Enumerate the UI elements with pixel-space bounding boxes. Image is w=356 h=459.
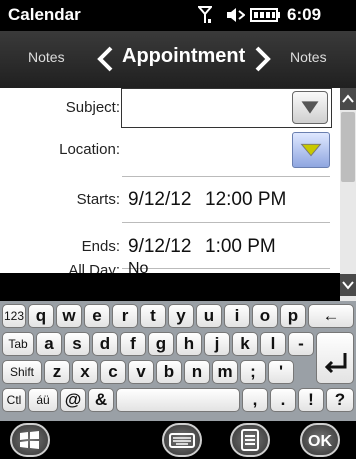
allday-value[interactable]: No (128, 260, 148, 273)
key-intl[interactable]: áü (28, 388, 58, 412)
keyboard-toggle-button[interactable] (162, 423, 202, 457)
battery-icon (250, 8, 280, 22)
key-ctl[interactable]: Ctl (2, 388, 26, 412)
key-g[interactable]: g (148, 332, 174, 356)
key-u[interactable]: u (196, 304, 222, 328)
starts-label: Starts: (76, 191, 120, 208)
key-n[interactable]: n (184, 360, 210, 384)
nav-left-link[interactable]: Notes (28, 49, 65, 65)
key-question[interactable]: ? (326, 388, 354, 412)
subject-label: Subject: (65, 99, 120, 116)
chevron-down-icon (301, 101, 319, 114)
scroll-down-button[interactable] (340, 274, 356, 296)
clock: 6:09 (287, 5, 322, 24)
chevron-down-icon (300, 143, 322, 157)
key-backspace[interactable]: ← (308, 304, 354, 328)
nav-right-link[interactable]: Notes (290, 49, 327, 65)
key-f[interactable]: f (120, 332, 146, 356)
key-a[interactable]: a (36, 332, 62, 356)
key-s[interactable]: s (64, 332, 90, 356)
scroll-up-button[interactable] (340, 88, 356, 110)
key-ampersand[interactable]: & (88, 388, 114, 412)
key-123[interactable]: 123 (2, 304, 26, 328)
signal-icon (198, 6, 212, 23)
separator (122, 222, 330, 223)
starts-date[interactable]: 9/12/12 (128, 189, 191, 211)
key-w[interactable]: w (56, 304, 82, 328)
app-title: Calendar (8, 5, 81, 24)
key-comma[interactable]: , (242, 388, 268, 412)
key-h[interactable]: h (176, 332, 202, 356)
key-p[interactable]: p (280, 304, 306, 328)
allday-label: All Day: (68, 262, 120, 273)
keyboard-icon (169, 433, 195, 448)
key-at[interactable]: @ (60, 388, 86, 412)
enter-icon (324, 353, 347, 374)
key-z[interactable]: z (44, 360, 70, 384)
key-x[interactable]: x (72, 360, 98, 384)
status-bar: Calendar 6:09 (0, 0, 356, 31)
key-v[interactable]: v (128, 360, 154, 384)
key-space[interactable] (116, 388, 240, 412)
volume-icon[interactable] (225, 7, 245, 23)
key-t[interactable]: t (140, 304, 166, 328)
key-i[interactable]: i (224, 304, 250, 328)
key-period[interactable]: . (270, 388, 296, 412)
key-m[interactable]: m (212, 360, 238, 384)
key-y[interactable]: y (168, 304, 194, 328)
location-dropdown-button[interactable] (292, 132, 330, 168)
ok-label: OK (308, 433, 332, 450)
nav-title: Appointment (122, 45, 246, 67)
chevron-right-icon[interactable] (254, 45, 272, 73)
ends-time[interactable]: 1:00 PM (205, 236, 276, 258)
key-k[interactable]: k (232, 332, 258, 356)
onscreen-keyboard: 123 q w e r t y u i o p ← Tab a s d f g … (0, 301, 356, 421)
ok-button[interactable]: OK (300, 423, 340, 457)
appointment-form: Subject: Location: Starts: 9/12/12 12:00… (0, 88, 340, 273)
key-d[interactable]: d (92, 332, 118, 356)
windows-icon (20, 431, 39, 449)
key-l[interactable]: l (260, 332, 286, 356)
key-apostrophe[interactable]: ' (268, 360, 294, 384)
key-o[interactable]: o (252, 304, 278, 328)
key-j[interactable]: j (204, 332, 230, 356)
nav-bar: Notes Appointment Notes (0, 31, 356, 88)
key-q[interactable]: q (28, 304, 54, 328)
location-label: Location: (59, 141, 120, 158)
subject-dropdown-button[interactable] (292, 91, 328, 124)
key-enter[interactable] (316, 332, 354, 384)
ends-date[interactable]: 9/12/12 (128, 236, 191, 258)
key-r[interactable]: r (112, 304, 138, 328)
menu-icon (241, 429, 259, 451)
key-exclamation[interactable]: ! (298, 388, 324, 412)
key-shift[interactable]: Shift (2, 360, 42, 384)
key-c[interactable]: c (100, 360, 126, 384)
key-semicolon[interactable]: ; (240, 360, 266, 384)
key-tab[interactable]: Tab (2, 332, 34, 356)
scroll-thumb[interactable] (341, 112, 355, 182)
chevron-down-icon (342, 281, 354, 290)
menu-button[interactable] (230, 423, 270, 457)
key-dash[interactable]: - (288, 332, 314, 356)
starts-time[interactable]: 12:00 PM (205, 189, 286, 211)
start-button[interactable] (10, 423, 50, 457)
key-e[interactable]: e (84, 304, 110, 328)
ends-label: Ends: (81, 238, 120, 255)
soft-key-bar: OK (0, 421, 356, 459)
chevron-up-icon (342, 94, 354, 103)
chevron-left-icon[interactable] (96, 45, 114, 73)
scrollbar[interactable] (340, 88, 356, 301)
separator (122, 268, 330, 269)
key-b[interactable]: b (156, 360, 182, 384)
separator (122, 176, 330, 177)
